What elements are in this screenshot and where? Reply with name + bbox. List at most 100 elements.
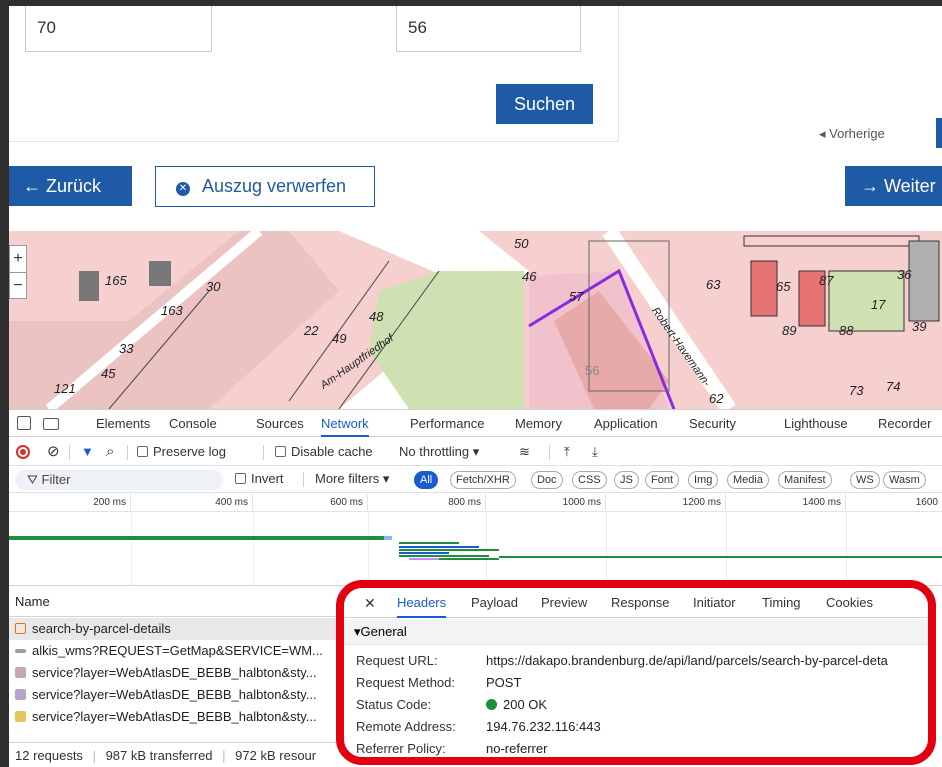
- general-section-header[interactable]: ▾General: [344, 619, 928, 645]
- map-label: 30: [206, 279, 221, 294]
- map-label: 87: [819, 273, 834, 288]
- chip-css[interactable]: CSS: [572, 471, 607, 489]
- header-value[interactable]: 194.76.232.116:443: [486, 717, 601, 737]
- header-value[interactable]: POST: [486, 673, 521, 693]
- discard-extract-label: Auszug verwerfen: [202, 176, 347, 196]
- header-key: Remote Address:: [356, 719, 456, 734]
- map-label: 45: [101, 366, 116, 381]
- timeline-tick: 600 ms: [253, 494, 368, 512]
- chip-ws[interactable]: WS: [850, 471, 880, 489]
- header-key: Request URL:: [356, 653, 438, 668]
- tab-headers[interactable]: Headers: [397, 588, 447, 618]
- resources-size: 972 kB resour: [235, 748, 317, 763]
- chip-doc[interactable]: Doc: [531, 471, 563, 489]
- search-icon[interactable]: ⌕: [106, 438, 114, 466]
- next-button[interactable]: → Weiter: [845, 166, 942, 206]
- filter-input[interactable]: ⛛ Filter: [15, 470, 223, 490]
- pager-previous-link[interactable]: ◂ Vorherige: [819, 126, 885, 142]
- tab-network[interactable]: Network: [321, 410, 369, 437]
- cadastral-map[interactable]: + − 165 30 163 33 45 121 49 48 22 Am-Hau…: [9, 231, 942, 409]
- chip-manifest[interactable]: Manifest: [778, 471, 832, 489]
- chip-font[interactable]: Font: [645, 471, 680, 489]
- tab-preview[interactable]: Preview: [541, 588, 587, 618]
- request-name: service?layer=WebAtlasDE_BEBB_halbton&st…: [32, 687, 317, 702]
- invert-checkbox[interactable]: Invert: [235, 466, 284, 492]
- window-frame-left: [0, 0, 9, 767]
- header-row-remote-address: Remote Address: 194.76.232.116:443: [356, 717, 928, 737]
- close-icon[interactable]: ✕: [364, 588, 376, 618]
- pager-current-page[interactable]: [936, 118, 942, 148]
- request-headers-panel: ✕ Headers Payload Preview Response Initi…: [336, 580, 936, 765]
- header-key: Request Method:: [356, 675, 456, 690]
- export-har-icon[interactable]: ⤓: [592, 438, 598, 466]
- screenshot-root: 70 56 Suchen ◂ Vorherige ← Zurück ✕ Auszu…: [0, 0, 942, 767]
- timeline-tick: 1600: [915, 497, 938, 508]
- request-row[interactable]: alkis_wms?REQUEST=GetMap&SERVICE=WM...: [9, 640, 339, 662]
- more-filters-dropdown[interactable]: More filters ▾: [315, 466, 389, 492]
- waterfall-bars: [9, 536, 942, 560]
- map-label: 63: [706, 277, 721, 292]
- back-button[interactable]: ← Zurück: [9, 166, 132, 206]
- chip-img[interactable]: Img: [688, 471, 719, 489]
- tab-performance[interactable]: Performance: [410, 410, 484, 437]
- close-circle-icon: ✕: [176, 182, 190, 196]
- network-filter-bar: ⛛ Filter Invert More filters ▾ All Fetch…: [9, 467, 942, 493]
- tab-timing[interactable]: Timing: [762, 588, 801, 618]
- request-row[interactable]: service?layer=WebAtlasDE_BEBB_halbton&st…: [9, 662, 339, 684]
- chip-js[interactable]: JS: [614, 471, 639, 489]
- invert-label: Invert: [251, 471, 284, 486]
- header-key: Status Code:: [356, 697, 432, 712]
- web-page: 70 56 Suchen ◂ Vorherige ← Zurück ✕ Auszu…: [9, 6, 942, 409]
- throttling-select[interactable]: No throttling ▾: [399, 438, 479, 466]
- tab-lighthouse[interactable]: Lighthouse: [784, 410, 848, 437]
- inspect-element-icon[interactable]: [17, 416, 31, 430]
- filter-funnel-icon[interactable]: ▼: [81, 438, 94, 466]
- parcel-sub-number-field[interactable]: 56: [396, 6, 581, 52]
- tab-response[interactable]: Response: [611, 588, 670, 618]
- disable-cache-label: Disable cache: [291, 444, 373, 459]
- name-column-header[interactable]: Name: [9, 587, 339, 617]
- preserve-log-label: Preserve log: [153, 444, 226, 459]
- map-label: 73: [849, 383, 864, 398]
- map-label: 121: [54, 381, 76, 396]
- tab-recorder[interactable]: Recorder: [878, 410, 931, 437]
- request-row[interactable]: service?layer=WebAtlasDE_BEBB_halbton&st…: [9, 684, 339, 706]
- timeline-tick: 1000 ms: [486, 494, 606, 512]
- tab-memory[interactable]: Memory: [515, 410, 562, 437]
- import-har-icon[interactable]: ⤒: [564, 438, 570, 466]
- chip-wasm[interactable]: Wasm: [883, 471, 926, 489]
- device-toolbar-icon[interactable]: [43, 418, 59, 430]
- tab-security[interactable]: Security: [689, 410, 736, 437]
- zoom-out-button[interactable]: −: [10, 272, 26, 298]
- record-icon[interactable]: [16, 445, 30, 459]
- tab-elements[interactable]: Elements: [96, 410, 150, 437]
- zoom-in-button[interactable]: +: [10, 246, 26, 272]
- header-value[interactable]: https://dakapo.brandenburg.de/api/land/p…: [486, 651, 888, 671]
- tab-sources[interactable]: Sources: [256, 410, 304, 437]
- header-value-status[interactable]: 200 OK: [486, 695, 547, 715]
- tab-initiator[interactable]: Initiator: [693, 588, 736, 618]
- request-row[interactable]: search-by-parcel-details: [9, 618, 339, 640]
- map-label: 46: [522, 269, 537, 284]
- map-label: 33: [119, 341, 134, 356]
- preserve-log-checkbox[interactable]: Preserve log: [137, 438, 226, 466]
- disable-cache-checkbox[interactable]: Disable cache: [275, 438, 373, 466]
- parcel-number-field[interactable]: 70: [25, 6, 212, 52]
- chip-media[interactable]: Media: [727, 471, 769, 489]
- network-conditions-icon[interactable]: ≋: [519, 438, 530, 466]
- tab-console[interactable]: Console: [169, 410, 217, 437]
- checkbox-icon: [275, 446, 286, 457]
- request-row[interactable]: service?layer=WebAtlasDE_BEBB_halbton&st…: [9, 706, 339, 728]
- search-button[interactable]: Suchen: [496, 84, 593, 124]
- tab-cookies[interactable]: Cookies: [826, 588, 873, 618]
- filter-funnel-icon: ⛛: [27, 472, 42, 487]
- chip-fetch-xhr[interactable]: Fetch/XHR: [450, 471, 516, 489]
- network-waterfall-overview[interactable]: 200 ms 400 ms 600 ms 800 ms 1000 ms 1200…: [9, 494, 942, 586]
- tab-payload[interactable]: Payload: [471, 588, 518, 618]
- map-label: 89: [782, 323, 797, 338]
- chip-all[interactable]: All: [414, 471, 439, 489]
- header-value[interactable]: no-referrer: [486, 739, 547, 757]
- clear-icon[interactable]: ⊘: [47, 438, 60, 466]
- discard-extract-button[interactable]: ✕ Auszug verwerfen: [155, 166, 375, 207]
- tab-application[interactable]: Application: [594, 410, 658, 437]
